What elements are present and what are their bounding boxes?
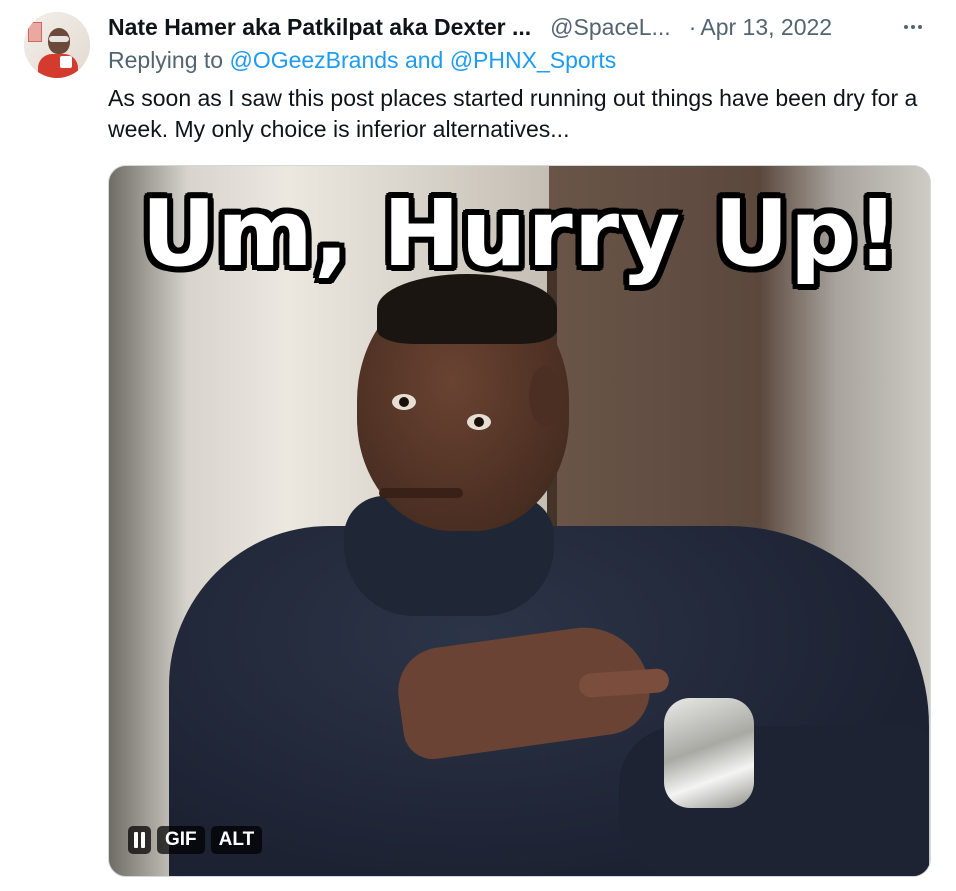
alt-text-button[interactable]: ALT — [210, 826, 263, 854]
tweet-header: Nate Hamer aka Patkilpat aka Dexter ... … — [108, 12, 928, 42]
reply-mentions-link[interactable]: @OGeezBrands and @PHNX_Sports — [229, 47, 616, 73]
replying-to-label: Replying to — [108, 47, 230, 73]
pause-icon — [134, 832, 138, 848]
tweet-media-gif[interactable]: Um, Hurry Up! GIF ALT — [108, 165, 931, 877]
author-name[interactable]: Nate Hamer aka Patkilpat aka Dexter ... — [108, 14, 531, 41]
tweet-date[interactable]: Apr 13, 2022 — [700, 14, 832, 41]
author-handle[interactable]: @SpaceL... — [550, 14, 671, 41]
more-options-button[interactable] — [898, 12, 928, 42]
gif-badge: GIF — [157, 826, 205, 854]
more-horizontal-icon — [904, 25, 922, 29]
tweet-text: As soon as I saw this post places starte… — [108, 85, 918, 142]
media-controls: GIF ALT — [128, 826, 263, 854]
gif-caption: Um, Hurry Up! — [141, 180, 900, 287]
header-separator: · — [688, 13, 697, 40]
avatar[interactable] — [24, 12, 90, 78]
pause-button[interactable] — [128, 826, 151, 854]
replying-to: Replying to @OGeezBrands and @PHNX_Sport… — [108, 47, 616, 74]
